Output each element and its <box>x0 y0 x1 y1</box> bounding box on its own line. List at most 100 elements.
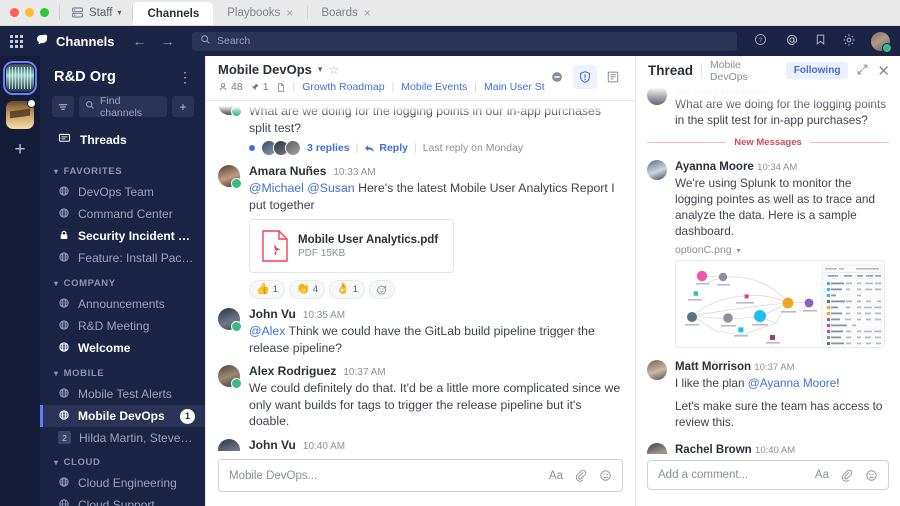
sidebar-item-rd-meeting[interactable]: R&D Meeting <box>40 315 205 337</box>
tab-channels[interactable]: Channels <box>133 2 214 25</box>
sidebar-channel-list[interactable]: Threads ▾ FAVORITES DevOps Team Command … <box>40 127 205 506</box>
add-team-button[interactable]: + <box>14 140 25 159</box>
channel-link-main-user-stories[interactable]: Main User Stories <box>484 81 545 93</box>
help-circle-icon[interactable]: ? <box>754 33 767 49</box>
gear-icon[interactable] <box>842 33 856 50</box>
mention[interactable]: @Michael <box>249 181 304 195</box>
bookmark-icon[interactable] <box>814 33 827 49</box>
sidebar-item-threads[interactable]: Threads <box>40 127 205 153</box>
sidebar-item-group-dm[interactable]: 2 Hilda Martin, Steve M... <box>40 427 205 448</box>
close-icon[interactable]: × <box>364 7 371 19</box>
chevron-down-icon[interactable]: ▾ <box>318 64 323 75</box>
paperclip-icon[interactable] <box>575 469 587 482</box>
arrow-left-icon[interactable]: ← <box>133 33 147 49</box>
avatar[interactable] <box>218 101 242 117</box>
at-icon[interactable] <box>785 33 799 50</box>
chevron-down-icon[interactable]: ▾ <box>737 246 741 255</box>
mention[interactable]: @Alex <box>249 324 285 338</box>
message-author[interactable]: John Vu <box>249 438 296 452</box>
avatar[interactable] <box>647 443 667 454</box>
maximize-window-button[interactable] <box>40 8 49 17</box>
sidebar-item-announcements[interactable]: Announcements <box>40 293 205 315</box>
shield-icon[interactable] <box>573 65 597 89</box>
file-icon[interactable] <box>276 82 286 93</box>
find-channels-input[interactable]: Find channels <box>79 95 167 119</box>
message-list[interactable]: Michael Whitaker 10:29 AM What are we do… <box>206 101 635 451</box>
star-outline-icon[interactable]: ☆ <box>328 63 339 77</box>
filter-icon[interactable] <box>52 96 74 117</box>
close-icon[interactable]: ✕ <box>877 62 890 80</box>
window-controls[interactable] <box>0 0 59 25</box>
avatar[interactable] <box>218 308 242 332</box>
avatar[interactable] <box>870 31 892 53</box>
search-input[interactable]: Search <box>192 31 737 51</box>
channel-link-mobile-events[interactable]: Mobile Events <box>401 81 467 93</box>
file-attachment-card[interactable]: Mobile User Analytics.pdf PDF 15KB <box>249 219 454 273</box>
dots-vertical-icon[interactable]: ⋮ <box>178 70 193 84</box>
server-selector[interactable]: Staff ▾ <box>60 0 132 25</box>
call-icon[interactable] <box>545 65 569 89</box>
pinned-count[interactable]: 1 <box>250 81 269 93</box>
avatar[interactable] <box>218 365 242 389</box>
composer-box[interactable]: Mobile DevOps... Aa <box>218 459 623 492</box>
expand-icon[interactable] <box>856 63 869 79</box>
thread-message-list[interactable]: Michael Whitaker 10:29 AM What are we do… <box>636 85 900 454</box>
member-count[interactable]: 48 <box>218 81 243 93</box>
team-icon-2[interactable] <box>6 99 36 129</box>
sidebar-item-mobile-test-alerts[interactable]: Mobile Test Alerts <box>40 383 205 405</box>
message-author[interactable]: Alex Rodriguez <box>249 364 336 378</box>
close-window-button[interactable] <box>10 8 19 17</box>
message-author[interactable]: John Vu <box>249 307 296 321</box>
arrow-right-icon[interactable]: → <box>161 33 175 49</box>
category-company[interactable]: ▾ COMPANY <box>40 269 205 293</box>
category-mobile[interactable]: ▾ MOBILE <box>40 359 205 383</box>
avatar[interactable] <box>647 85 667 105</box>
channel-title-row[interactable]: Mobile DevOps ▾ ☆ <box>218 62 545 77</box>
tab-boards[interactable]: Boards × <box>307 0 384 25</box>
format-text-button[interactable]: Aa <box>549 470 563 482</box>
message-author[interactable]: Ayanna Moore <box>675 161 754 173</box>
image-attachment-name-row[interactable]: optionC.png ▾ <box>675 244 889 256</box>
channel-link-growth-roadmap[interactable]: Growth Roadmap <box>302 81 384 93</box>
image-attachment-preview[interactable] <box>675 260 885 348</box>
avatar[interactable] <box>647 160 667 180</box>
avatar[interactable] <box>218 165 242 189</box>
reaction-ok-hand[interactable]: 👌 1 <box>329 280 365 299</box>
avatar[interactable] <box>647 360 667 380</box>
thread-summary[interactable]: 3 replies | Reply | Last reply on Monday <box>249 140 623 156</box>
sidebar-item-welcome[interactable]: Welcome <box>40 337 205 359</box>
sidebar-item-mobile-devops[interactable]: Mobile DevOps 1 <box>40 405 205 427</box>
minimize-window-button[interactable] <box>25 8 34 17</box>
mention[interactable]: @Susan <box>307 181 354 195</box>
format-text-button[interactable]: Aa <box>815 469 829 481</box>
message-author[interactable]: Rachel Brown <box>675 444 752 454</box>
reaction-thumbsup[interactable]: 👍 1 <box>249 280 285 299</box>
reply-count[interactable]: 3 replies <box>307 142 350 154</box>
channel-files-icon[interactable] <box>601 65 625 89</box>
reply-button[interactable]: Reply <box>364 142 408 154</box>
sidebar-item-feature-install-package[interactable]: Feature: Install Packa ... <box>40 247 205 269</box>
close-icon[interactable]: × <box>286 7 293 19</box>
add-reaction-button[interactable] <box>369 280 395 299</box>
message-author[interactable]: Matt Morrison <box>675 361 751 373</box>
message-author[interactable]: Amara Nuñes <box>249 164 326 178</box>
smiley-icon[interactable] <box>599 469 612 482</box>
category-favorites[interactable]: ▾ FAVORITES <box>40 157 205 181</box>
sidebar-item-cloud-support[interactable]: Cloud Support <box>40 494 205 506</box>
plus-icon[interactable]: + <box>172 96 194 117</box>
reaction-clap[interactable]: 👏 4 <box>289 280 325 299</box>
avatar[interactable] <box>218 438 240 451</box>
smiley-icon[interactable] <box>865 469 878 482</box>
sidebar-item-command-center[interactable]: Command Center <box>40 203 205 225</box>
tab-playbooks[interactable]: Playbooks × <box>213 0 307 25</box>
thread-composer-box[interactable]: Add a comment... Aa <box>647 460 889 490</box>
product-menu-icon[interactable] <box>10 34 23 48</box>
sidebar-item-security-incident[interactable]: Security Incident #4 ... <box>40 225 205 247</box>
sidebar-item-devops-team[interactable]: DevOps Team <box>40 181 205 203</box>
following-button[interactable]: Following <box>785 62 849 79</box>
paperclip-icon[interactable] <box>841 469 853 482</box>
team-icon-1[interactable] <box>3 61 37 95</box>
category-cloud[interactable]: ▾ CLOUD <box>40 448 205 472</box>
mention[interactable]: @Ayanna Moore <box>748 376 837 390</box>
sidebar-item-cloud-engineering[interactable]: Cloud Engineering <box>40 472 205 494</box>
